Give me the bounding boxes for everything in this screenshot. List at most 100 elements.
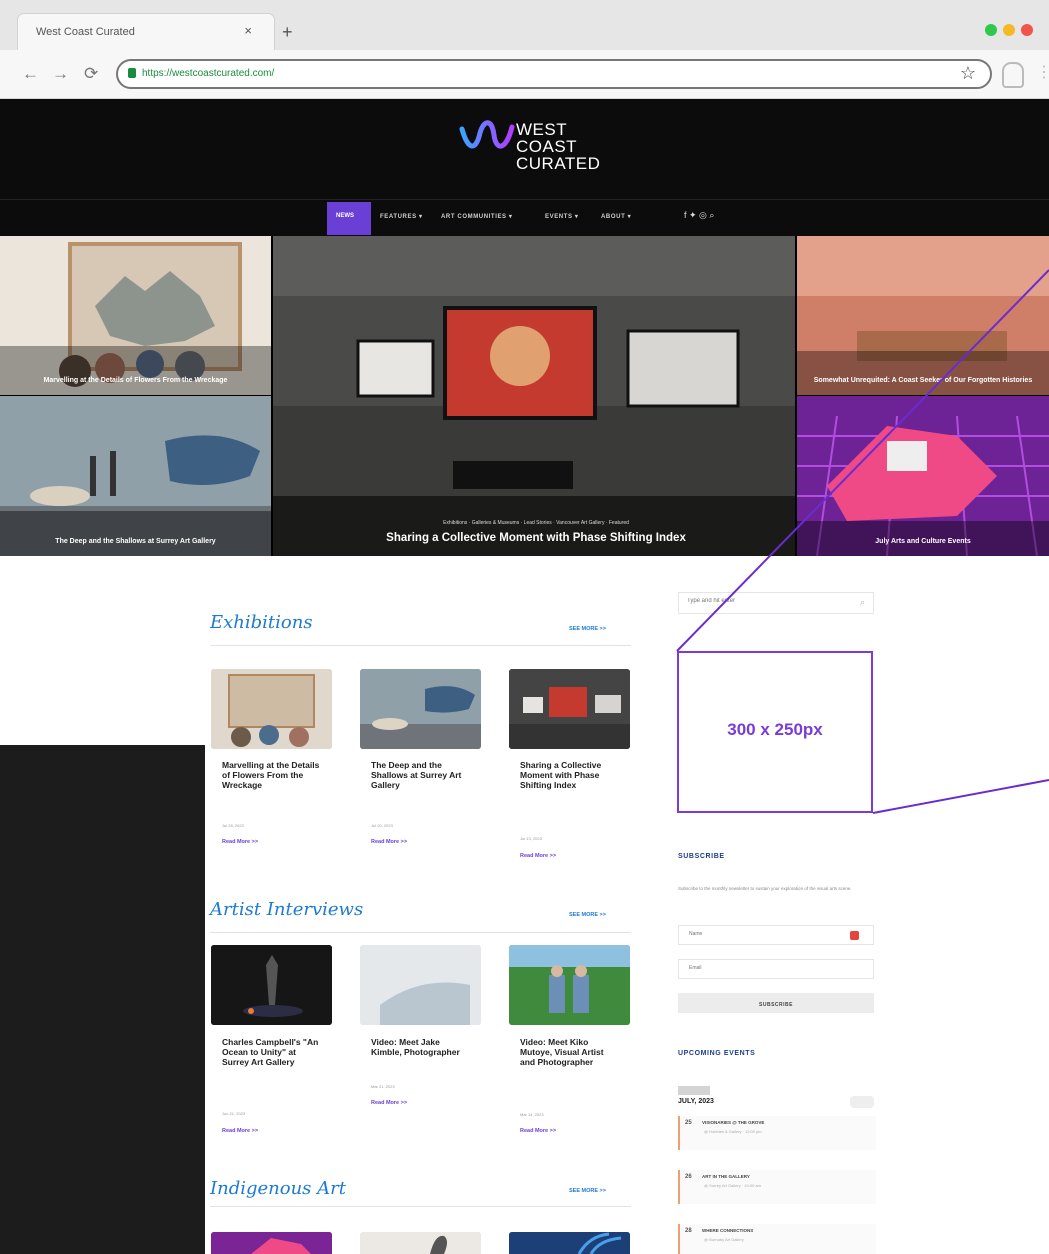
address-bar-row: ← → ⟳ https://westcoastcurated.com/ ☆ ⋮ <box>0 50 1049 99</box>
ad-placeholder: 300 x 250px <box>677 651 873 813</box>
subscribe-button[interactable]: SUBSCRIBE <box>678 993 874 1013</box>
url-text[interactable]: https://westcoastcurated.com/ <box>142 68 274 79</box>
ad-size-label: 300 x 250px <box>727 720 823 739</box>
bookmark-star-icon[interactable]: ☆ <box>960 63 976 84</box>
new-tab-button[interactable]: + <box>282 22 293 43</box>
site-logo-text[interactable]: WEST COAST CURATED <box>516 121 600 172</box>
browser-tab-bar: West Coast Curated × + <box>0 0 1049 50</box>
search-input[interactable] <box>685 597 849 605</box>
card-date: Mar 21, 2023 <box>371 1084 395 1089</box>
section-divider <box>210 932 631 933</box>
forward-icon[interactable]: → <box>52 64 69 84</box>
section-divider <box>210 1206 631 1207</box>
back-icon[interactable]: ← <box>22 64 39 84</box>
event-item[interactable]: 25 VISIONARIES @ THE GROVE @ Hobbies & G… <box>678 1116 876 1150</box>
read-more-link[interactable]: Read More >> <box>222 839 258 845</box>
hero-tile-title: Somewhat Unrequited: A Coast Seeker of O… <box>813 377 1033 384</box>
section-title-indigenous-art[interactable]: Indigenous Art <box>210 1178 346 1199</box>
card-title[interactable]: Marvelling at the Details of Flowers Fro… <box>222 760 322 790</box>
card-title[interactable]: Video: Meet Kiko Mutoye, Visual Artist a… <box>520 1037 620 1067</box>
lock-icon <box>128 68 136 78</box>
window-backdrop <box>0 745 205 1254</box>
card-date: Mar 14, 2023 <box>520 1112 544 1117</box>
card-image[interactable] <box>211 669 332 749</box>
card-image[interactable] <box>211 945 332 1025</box>
logo-wave-icon[interactable] <box>458 117 518 157</box>
tab-title: West Coast Curated <box>36 26 135 38</box>
card-image[interactable] <box>360 945 481 1025</box>
hero-tile-deep-shallows[interactable]: The Deep and the Shallows at Surrey Art … <box>0 396 271 556</box>
event-item[interactable]: 28 WHERE CONNECTIONS @ Burnaby Art Galle… <box>678 1224 876 1254</box>
phase-shifting-index-image <box>273 236 795 556</box>
card-image[interactable] <box>509 945 630 1025</box>
browser-tab[interactable]: West Coast Curated × <box>18 14 274 50</box>
pixel-car-image <box>797 396 1049 556</box>
hero-tile-title: July Arts and Culture Events <box>875 538 971 545</box>
social-icons[interactable]: f ✦ ◎ ⌕ <box>684 210 714 221</box>
card-title[interactable]: Charles Campbell's "An Ocean to Unity" a… <box>222 1037 322 1067</box>
card-title[interactable]: The Deep and the Shallows at Surrey Art … <box>371 760 471 790</box>
card-date: Jul 20, 2023 <box>371 823 393 828</box>
sidebar-search[interactable]: ⌕ <box>678 592 874 614</box>
site-header: WEST COAST CURATED NEWS FEATURES ▾ ART C… <box>0 99 1049 236</box>
name-field[interactable] <box>678 925 874 945</box>
url-bar[interactable]: https://westcoastcurated.com/ ☆ <box>116 59 992 89</box>
events-calendar-label <box>678 1086 710 1095</box>
section-title-exhibitions[interactable]: Exhibitions <box>210 612 313 633</box>
hero-main-caption: Exhibitions · Galleries & Museums · Lead… <box>276 520 796 544</box>
read-more-link[interactable]: Read More >> <box>371 839 407 845</box>
maximize-window-button[interactable] <box>985 24 997 36</box>
read-more-link[interactable]: Read More >> <box>222 1128 258 1134</box>
card-date: Jun 21, 2023 <box>222 1111 246 1116</box>
nav-art-communities[interactable]: ART COMMUNITIES ▾ <box>441 213 513 220</box>
subscribe-description: Subscribe to the monthly newsletter to s… <box>678 886 852 891</box>
reload-icon[interactable]: ⟳ <box>84 64 98 84</box>
nav-events[interactable]: EVENTS ▾ <box>545 213 579 220</box>
events-month: JULY, 2023 <box>678 1098 714 1105</box>
see-more-indigenous[interactable]: SEE MORE >> <box>569 1188 606 1194</box>
see-more-exhibitions[interactable]: SEE MORE >> <box>569 626 606 632</box>
hero-tile-july-events[interactable]: July Arts and Culture Events <box>797 396 1049 556</box>
search-icon[interactable]: ⌕ <box>860 597 865 608</box>
hero-tile-title: Marvelling at the Details of Flowers Fro… <box>43 377 228 384</box>
card-image[interactable] <box>509 1232 630 1254</box>
autofill-key-icon[interactable] <box>850 931 859 940</box>
card-image[interactable] <box>360 1232 481 1254</box>
nav-about[interactable]: ABOUT ▾ <box>601 213 631 220</box>
card-title[interactable]: Video: Meet Jake Kimble, Photographer <box>371 1037 471 1057</box>
minimize-window-button[interactable] <box>1003 24 1015 36</box>
hero-tile-unrequited[interactable]: Somewhat Unrequited: A Coast Seeker of O… <box>797 236 1049 395</box>
close-tab-icon[interactable]: × <box>244 23 252 38</box>
hero-tile-flowers[interactable]: Marvelling at the Details of Flowers Fro… <box>0 236 271 395</box>
salmon-room-image <box>797 236 1049 395</box>
hero-main-title[interactable]: Sharing a Collective Moment with Phase S… <box>276 532 796 544</box>
nav-news[interactable]: NEWS <box>327 202 371 235</box>
hero-main-story[interactable] <box>273 236 795 556</box>
hero-tile-title: The Deep and the Shallows at Surrey Art … <box>55 538 216 545</box>
events-nav-arrows[interactable] <box>850 1096 874 1108</box>
close-window-button[interactable] <box>1021 24 1033 36</box>
whale-gallery-image <box>0 396 271 556</box>
name-input[interactable] <box>687 930 841 938</box>
email-field[interactable] <box>678 959 874 979</box>
browser-menu-icon[interactable]: ⋮ <box>1036 62 1049 82</box>
card-image[interactable] <box>211 1232 332 1254</box>
card-title[interactable]: Sharing a Collective Moment with Phase S… <box>520 760 620 790</box>
hero-grid: Marvelling at the Details of Flowers Fro… <box>0 236 1049 556</box>
read-more-link[interactable]: Read More >> <box>520 1128 556 1134</box>
card-image[interactable] <box>360 669 481 749</box>
see-more-interviews[interactable]: SEE MORE >> <box>569 912 606 918</box>
read-more-link[interactable]: Read More >> <box>371 1100 407 1106</box>
main-navigation: NEWS FEATURES ▾ ART COMMUNITIES ▾ EVENTS… <box>0 199 1049 237</box>
subscribe-heading: SUBSCRIBE <box>678 853 725 860</box>
hero-categories[interactable]: Exhibitions · Galleries & Museums · Lead… <box>276 520 796 526</box>
card-image[interactable] <box>509 669 630 749</box>
profile-icon[interactable] <box>1002 62 1024 88</box>
email-input[interactable] <box>687 964 841 972</box>
read-more-link[interactable]: Read More >> <box>520 853 556 859</box>
card-date: Jul 28, 2023 <box>222 823 244 828</box>
section-title-artist-interviews[interactable]: Artist Interviews <box>210 899 363 920</box>
nav-features[interactable]: FEATURES ▾ <box>380 213 423 220</box>
event-item[interactable]: 26 ART IN THE GALLERY @ Surrey Art Galle… <box>678 1170 876 1204</box>
flowers-exhibition-image <box>0 236 271 395</box>
